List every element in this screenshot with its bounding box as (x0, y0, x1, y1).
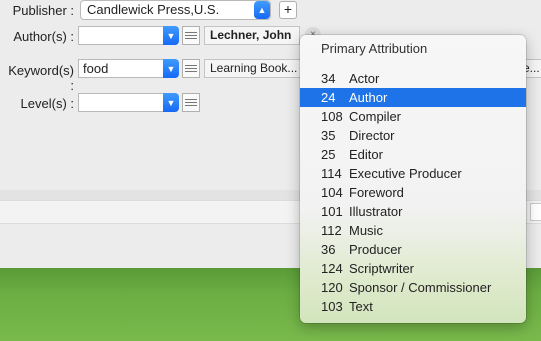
levels-input[interactable] (78, 93, 164, 112)
menu-item-number: 124 (321, 261, 343, 276)
menu-item-number: 101 (321, 204, 343, 219)
menu-item-label: Executive Producer (349, 166, 462, 181)
menu-item-number: 35 (321, 128, 336, 143)
menu-item-label: Scriptwriter (349, 261, 415, 276)
menu-item-label: Music (349, 223, 383, 238)
menu-item-editor[interactable]: 25 Editor (300, 145, 526, 164)
menu-item-author[interactable]: 24 Author (300, 88, 526, 107)
menu-item-label: Director (349, 128, 395, 143)
menu-item-illustrator[interactable]: 101 Illustrator (300, 202, 526, 221)
chevron-down-icon[interactable]: ▼ (163, 59, 179, 78)
menu-item-compiler[interactable]: 108 Compiler (300, 107, 526, 126)
menu-item-number: 112 (321, 223, 342, 238)
chevron-down-icon[interactable]: ▼ (163, 26, 179, 45)
menu-item-label: Foreword (349, 185, 404, 200)
menu-item-label: Text (349, 299, 373, 314)
menu-item-number: 104 (321, 185, 343, 200)
menu-item-producer[interactable]: 36 Producer (300, 240, 526, 259)
list-icon[interactable] (182, 26, 200, 45)
menu-item-label: Illustrator (349, 204, 403, 219)
menu-item-number: 103 (321, 299, 343, 314)
menu-item-number: 24 (321, 90, 336, 105)
levels-label: Level(s) : (20, 96, 74, 111)
chevron-down-icon[interactable]: ▼ (163, 93, 179, 112)
list-icon[interactable] (182, 93, 200, 112)
menu-header: Primary Attribution (321, 41, 428, 56)
author-tag[interactable]: Lechner, John (204, 26, 300, 45)
keyword-tag[interactable]: Learning Book... (204, 59, 304, 78)
menu-item-label: Actor (349, 71, 380, 86)
menu-item-label: Author (349, 90, 388, 105)
menu-item-number: 36 (321, 242, 336, 257)
keywords-label: Keyword(s) : (8, 63, 74, 93)
authors-label: Author(s) : (13, 29, 74, 44)
attribution-menu: Primary Attribution 34 Actor 24 Author 108 Co… (300, 35, 526, 323)
menu-item-text[interactable]: 103 Text (300, 297, 526, 316)
menu-item-foreword[interactable]: 104 Foreword (300, 183, 526, 202)
menu-item-number: 34 (321, 71, 336, 86)
menu-item-label: Compiler (349, 109, 402, 124)
list-icon[interactable] (182, 59, 200, 78)
menu-item-number: 25 (321, 147, 336, 162)
publisher-label: Publisher : (12, 3, 74, 18)
menu-item-director[interactable]: 35 Director (300, 126, 526, 145)
menu-item-number: 108 (321, 109, 343, 124)
menu-item-actor[interactable]: 34 Actor (300, 69, 526, 88)
menu-item-label: Sponsor / Commissioner (349, 280, 492, 295)
menu-item-label: Editor (349, 147, 383, 162)
keywords-input[interactable]: food (78, 59, 164, 78)
menu-item-number: 120 (321, 280, 343, 295)
menu-item-music[interactable]: 112 Music (300, 221, 526, 240)
menu-item-executive-producer[interactable]: 114 Executive Producer (300, 164, 526, 183)
menu-item-label: Producer (349, 242, 402, 257)
menu-item-sponsor-commissioner[interactable]: 120 Sponsor / Commissioner (300, 278, 526, 297)
add-publisher-button[interactable]: + (279, 1, 297, 19)
authors-input[interactable] (78, 26, 164, 45)
up-down-chevron-icon[interactable]: ▲ (254, 1, 270, 19)
menu-item-number: 114 (321, 166, 342, 181)
menu-item-scriptwriter[interactable]: 124 Scriptwriter (300, 259, 526, 278)
strip-field[interactable] (530, 203, 541, 221)
publisher-popup[interactable]: Candlewick Press,U.S. (80, 0, 271, 20)
